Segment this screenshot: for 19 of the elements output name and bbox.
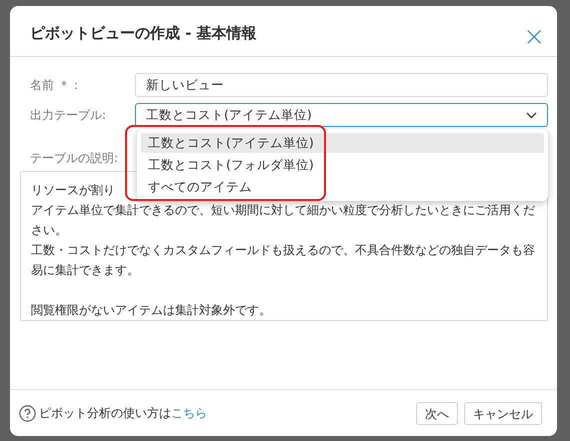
field-label: 出力テーブル: — [29, 106, 108, 124]
dropdown-option[interactable]: 工数とコスト(アイテム単位) — [141, 133, 544, 153]
dropdown-option[interactable]: 工数とコスト(フォルダ単位) — [141, 155, 544, 175]
help-link[interactable]: こちら — [171, 406, 207, 420]
field-label: 名前 ＊： — [29, 76, 83, 94]
description-text: リソースが割り — [31, 182, 115, 199]
description-text: 工数・コストだけでなくカスタムフィールドも扱えるので、不具合件数などの独自データも容易に集計できます。 — [31, 242, 536, 279]
field-label: テーブルの説明: — [29, 150, 118, 167]
dropdown-field[interactable]: 工数とコスト(アイテム単位) — [135, 103, 548, 127]
dropdown-option[interactable]: すべてのアイテム — [141, 177, 544, 197]
help-text: ピボット分析の使い方は こちら — [39, 404, 208, 422]
dialog-button[interactable]: キャンセル — [464, 402, 542, 424]
caret-icon — [526, 112, 537, 118]
description-text: アイテム単位で集計できるので、短い期間に対して細かい粒度で分析したいときにご活用ください。 — [31, 202, 536, 239]
description-text: 閲覧権限がないアイテムは集計対象外です。 — [31, 302, 271, 319]
dialog-button[interactable]: 次へ — [416, 402, 458, 424]
name-input[interactable]: 新しいビュー — [135, 73, 548, 97]
help-icon — [19, 404, 36, 422]
dialog-title: ピボットビューの作成 - 基本情報 — [30, 22, 257, 42]
